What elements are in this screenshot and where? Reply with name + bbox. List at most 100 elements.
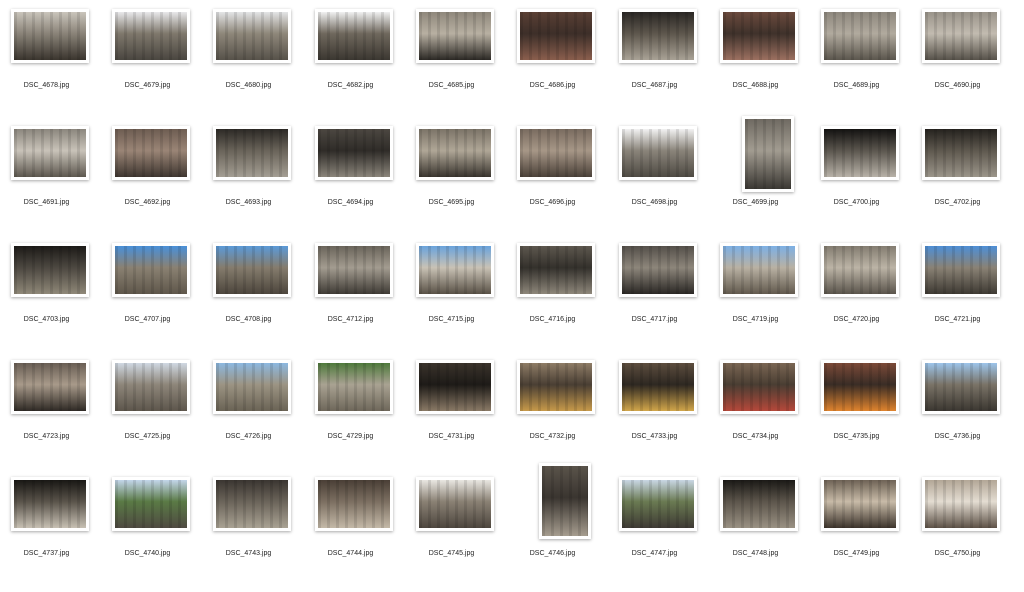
file-item[interactable]: DSC_4680.jpg (210, 8, 311, 124)
file-item[interactable]: DSC_4721.jpg (919, 242, 1020, 358)
file-item[interactable]: DSC_4678.jpg (8, 8, 109, 124)
thumbnail-wrapper (514, 242, 615, 322)
file-item[interactable]: DSC_4700.jpg (818, 125, 919, 241)
file-item[interactable]: DSC_4691.jpg (8, 125, 109, 241)
file-name-label: DSC_4715.jpg (428, 316, 475, 323)
photo-detail (115, 246, 187, 294)
file-item[interactable]: DSC_4733.jpg (616, 359, 717, 475)
thumbnail-image[interactable] (922, 360, 1000, 414)
thumbnail-wrapper (413, 476, 514, 556)
file-item[interactable]: DSC_4698.jpg (616, 125, 717, 241)
file-item[interactable]: DSC_4693.jpg (210, 125, 311, 241)
thumbnail-image[interactable] (517, 9, 595, 63)
file-item[interactable]: DSC_4679.jpg (109, 8, 210, 124)
thumbnail-image[interactable] (742, 116, 794, 192)
thumbnail-image[interactable] (720, 243, 798, 297)
file-item[interactable]: DSC_4703.jpg (8, 242, 109, 358)
thumbnail-image[interactable] (416, 243, 494, 297)
file-item[interactable]: DSC_4689.jpg (818, 8, 919, 124)
file-item[interactable]: DSC_4723.jpg (8, 359, 109, 475)
thumbnail-image[interactable] (315, 126, 393, 180)
thumbnail-image[interactable] (821, 477, 899, 531)
file-item[interactable]: DSC_4707.jpg (109, 242, 210, 358)
thumbnail-image[interactable] (213, 360, 291, 414)
thumbnail-image[interactable] (720, 360, 798, 414)
thumbnail-image[interactable] (416, 9, 494, 63)
thumbnail-image[interactable] (821, 126, 899, 180)
thumbnail-image[interactable] (922, 243, 1000, 297)
file-item[interactable]: DSC_4699.jpg (717, 116, 818, 241)
thumbnail-image[interactable] (517, 126, 595, 180)
thumbnail-wrapper (312, 8, 413, 88)
file-item[interactable]: DSC_4717.jpg (616, 242, 717, 358)
thumbnail-image[interactable] (720, 9, 798, 63)
thumbnail-image[interactable] (619, 126, 697, 180)
file-item[interactable]: DSC_4735.jpg (818, 359, 919, 475)
thumbnail-image[interactable] (315, 9, 393, 63)
thumbnail-image[interactable] (315, 243, 393, 297)
file-item[interactable]: DSC_4729.jpg (312, 359, 413, 475)
file-item[interactable]: DSC_4690.jpg (919, 8, 1020, 124)
file-item[interactable]: DSC_4732.jpg (514, 359, 615, 475)
thumbnail-image[interactable] (922, 477, 1000, 531)
thumbnail-image[interactable] (922, 9, 1000, 63)
file-item[interactable]: DSC_4687.jpg (616, 8, 717, 124)
file-item[interactable]: DSC_4696.jpg (514, 125, 615, 241)
thumbnail-image[interactable] (539, 463, 591, 539)
thumbnail-image[interactable] (213, 477, 291, 531)
thumbnail-image[interactable] (11, 9, 89, 63)
file-item[interactable]: DSC_4731.jpg (413, 359, 514, 475)
thumbnail-image[interactable] (416, 126, 494, 180)
file-item[interactable]: DSC_4734.jpg (717, 359, 818, 475)
thumbnail-image[interactable] (517, 243, 595, 297)
file-item[interactable]: DSC_4715.jpg (413, 242, 514, 358)
thumbnail-image[interactable] (619, 477, 697, 531)
file-item[interactable]: DSC_4702.jpg (919, 125, 1020, 241)
thumbnail-image[interactable] (416, 477, 494, 531)
thumbnail-image[interactable] (315, 360, 393, 414)
thumbnail-image[interactable] (112, 243, 190, 297)
thumbnail-image[interactable] (112, 477, 190, 531)
file-item[interactable]: DSC_4682.jpg (312, 8, 413, 124)
file-item[interactable]: DSC_4726.jpg (210, 359, 311, 475)
thumbnail-image[interactable] (315, 477, 393, 531)
photo-preview (318, 480, 390, 528)
file-item[interactable]: DSC_4688.jpg (717, 8, 818, 124)
file-name-label: DSC_4748.jpg (732, 550, 779, 557)
file-item[interactable]: DSC_4692.jpg (109, 125, 210, 241)
thumbnail-image[interactable] (213, 9, 291, 63)
file-name-label: DSC_4716.jpg (529, 316, 576, 323)
thumbnail-image[interactable] (821, 9, 899, 63)
file-item[interactable]: DSC_4686.jpg (514, 8, 615, 124)
thumbnail-image[interactable] (112, 126, 190, 180)
thumbnail-wrapper (312, 125, 413, 205)
thumbnail-image[interactable] (821, 360, 899, 414)
file-name-label: DSC_4700.jpg (833, 199, 880, 206)
thumbnail-image[interactable] (517, 360, 595, 414)
thumbnail-image[interactable] (112, 360, 190, 414)
file-item[interactable]: DSC_4695.jpg (413, 125, 514, 241)
thumbnail-image[interactable] (821, 243, 899, 297)
file-item[interactable]: DSC_4712.jpg (312, 242, 413, 358)
file-item[interactable]: DSC_4725.jpg (109, 359, 210, 475)
file-item[interactable]: DSC_4685.jpg (413, 8, 514, 124)
file-item[interactable]: DSC_4716.jpg (514, 242, 615, 358)
thumbnail-image[interactable] (922, 126, 1000, 180)
thumbnail-image[interactable] (213, 243, 291, 297)
thumbnail-image[interactable] (11, 243, 89, 297)
file-item[interactable]: DSC_4694.jpg (312, 125, 413, 241)
thumbnail-image[interactable] (720, 477, 798, 531)
thumbnail-image[interactable] (112, 9, 190, 63)
file-item[interactable]: DSC_4736.jpg (919, 359, 1020, 475)
thumbnail-image[interactable] (619, 9, 697, 63)
thumbnail-image[interactable] (11, 126, 89, 180)
thumbnail-image[interactable] (619, 243, 697, 297)
file-item[interactable]: DSC_4719.jpg (717, 242, 818, 358)
thumbnail-image[interactable] (213, 126, 291, 180)
file-item[interactable]: DSC_4708.jpg (210, 242, 311, 358)
thumbnail-image[interactable] (11, 360, 89, 414)
thumbnail-image[interactable] (619, 360, 697, 414)
thumbnail-image[interactable] (11, 477, 89, 531)
file-item[interactable]: DSC_4720.jpg (818, 242, 919, 358)
thumbnail-image[interactable] (416, 360, 494, 414)
